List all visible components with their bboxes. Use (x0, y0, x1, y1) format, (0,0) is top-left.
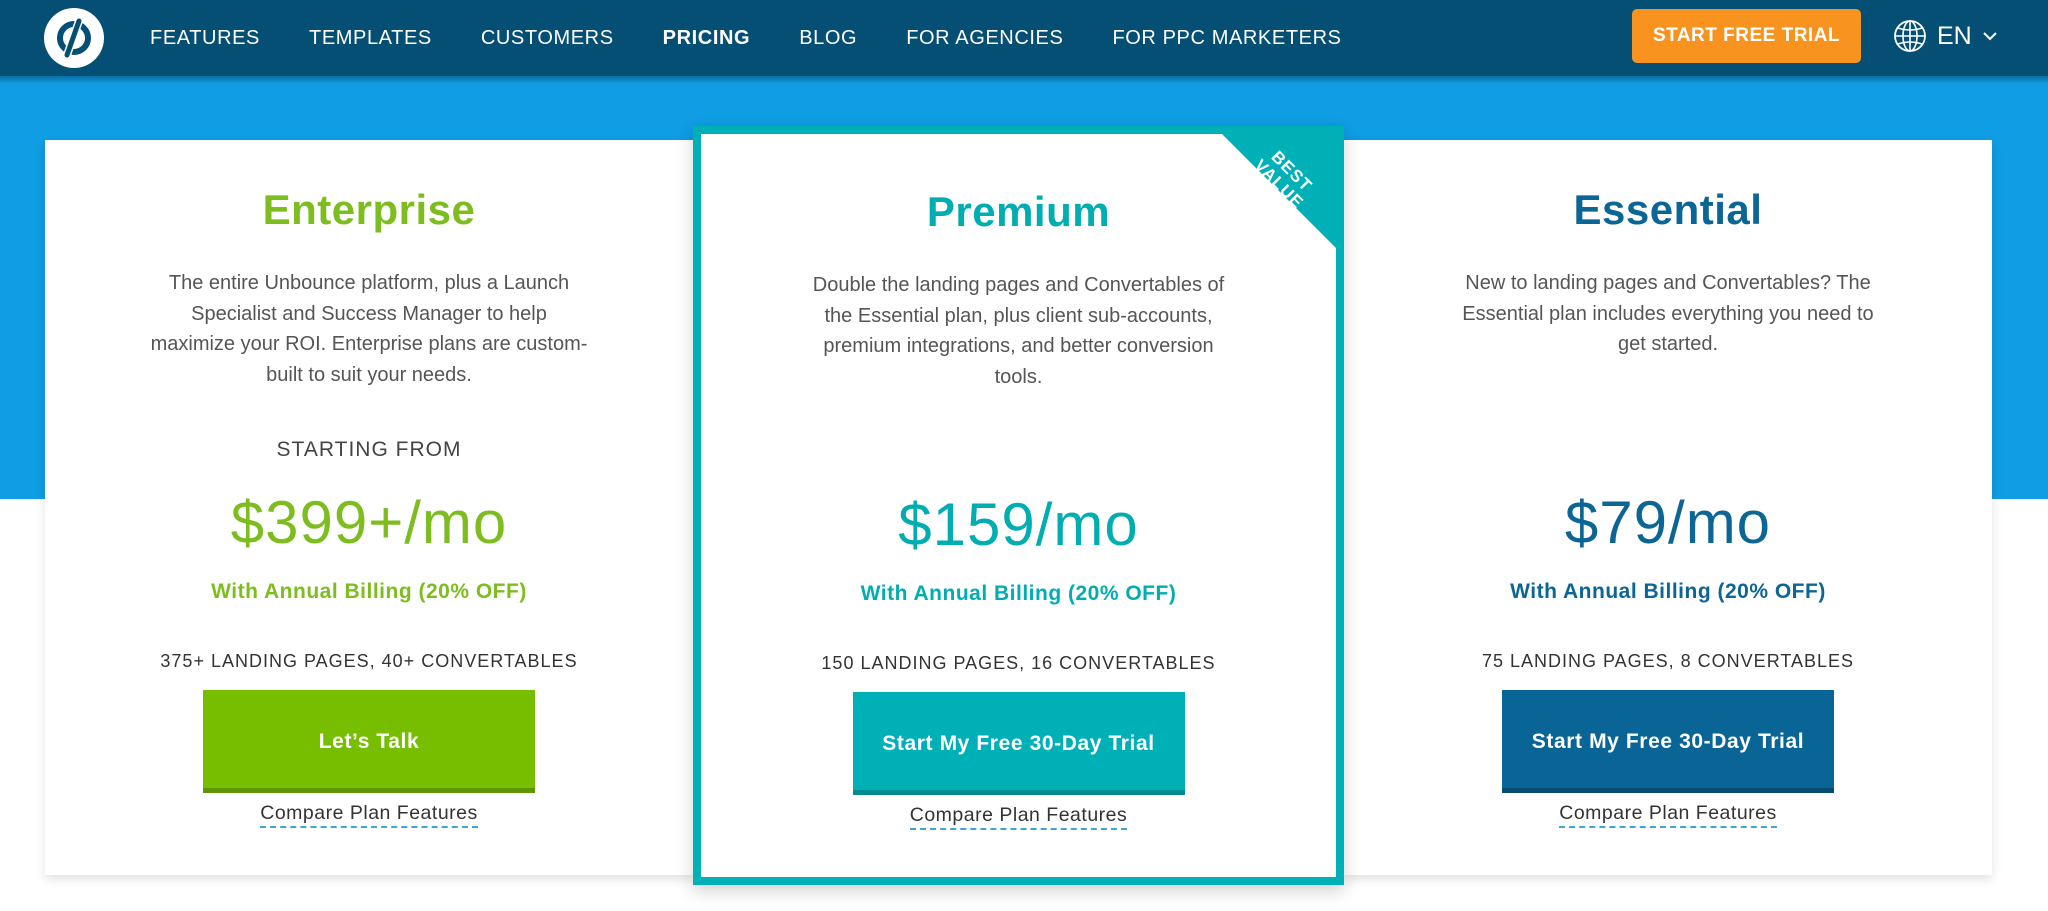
plan-limits: 150 LANDING PAGES, 16 CONVERTABLES (821, 653, 1216, 673)
plan-card-essential: Essential New to landing pages and Conve… (1344, 140, 1992, 875)
chevron-down-icon (1983, 32, 1997, 41)
plan-card-enterprise: Enterprise The entire Unbounce platform,… (45, 140, 693, 875)
compare-plan-features-link[interactable]: Compare Plan Features (1559, 802, 1777, 828)
plan-limits: 75 LANDING PAGES, 8 CONVERTABLES (1481, 651, 1855, 671)
billing-note: With Annual Billing (20% OFF) (860, 582, 1177, 605)
plan-description: New to landing pages and Convertables? T… (1462, 272, 1874, 355)
plan-description: Double the landing pages and Convertable… (812, 274, 1225, 388)
nav-links: FEATURES TEMPLATES CUSTOMERS PRICING BLO… (150, 0, 1391, 76)
compare-plan-features-link[interactable]: Compare Plan Features (909, 804, 1128, 830)
lets-talk-button[interactable]: Let’s Talk (203, 690, 535, 793)
nav-shadow (0, 76, 2048, 84)
language-selector[interactable]: EN (1893, 18, 1998, 54)
compare-wrap: Compare Plan Features (701, 804, 1336, 830)
nav-item-for-ppc-marketers[interactable]: FOR PPC MARKETERS (1112, 27, 1341, 50)
plan-name: Premium (926, 188, 1111, 235)
compare-plan-features-link[interactable]: Compare Plan Features (260, 802, 478, 828)
compare-wrap: Compare Plan Features (1344, 802, 1992, 828)
billing-note: With Annual Billing (20% OFF) (1510, 580, 1826, 603)
start-trial-button-premium[interactable]: Start My Free 30-Day Trial (852, 692, 1185, 795)
nav-item-features[interactable]: FEATURES (150, 27, 260, 50)
nav-item-pricing[interactable]: PRICING (663, 27, 751, 50)
plan-name: Enterprise (262, 186, 476, 233)
nav-item-templates[interactable]: TEMPLATES (309, 27, 432, 50)
plan-description: The entire Unbounce platform, plus a Lau… (150, 272, 588, 386)
plan-name: Essential (1573, 186, 1763, 233)
plan-price: $159/mo (898, 491, 1139, 558)
nav-item-customers[interactable]: CUSTOMERS (481, 27, 614, 50)
start-trial-button-essential[interactable]: Start My Free 30-Day Trial (1502, 690, 1834, 793)
plan-card-premium: BEST VALUE Premium Double the landing pa… (693, 126, 1344, 885)
globe-icon (1894, 20, 1926, 52)
starting-from-label: STARTING FROM (276, 438, 462, 461)
nav-item-blog[interactable]: BLOG (799, 27, 857, 50)
compare-wrap: Compare Plan Features (45, 802, 693, 828)
plan-price: $79/mo (1564, 489, 1772, 556)
language-label: EN (1937, 21, 1972, 50)
start-free-trial-button[interactable]: START FREE TRIAL (1632, 9, 1861, 63)
unbounce-logo[interactable] (44, 8, 104, 68)
billing-note: With Annual Billing (20% OFF) (211, 580, 527, 603)
nav-item-for-agencies[interactable]: FOR AGENCIES (906, 27, 1063, 50)
plan-price: $399+/mo (230, 489, 508, 556)
top-nav: FEATURES TEMPLATES CUSTOMERS PRICING BLO… (0, 0, 2048, 76)
plan-limits: 375+ LANDING PAGES, 40+ CONVERTABLES (160, 651, 578, 671)
logo-mark-icon (57, 16, 91, 60)
